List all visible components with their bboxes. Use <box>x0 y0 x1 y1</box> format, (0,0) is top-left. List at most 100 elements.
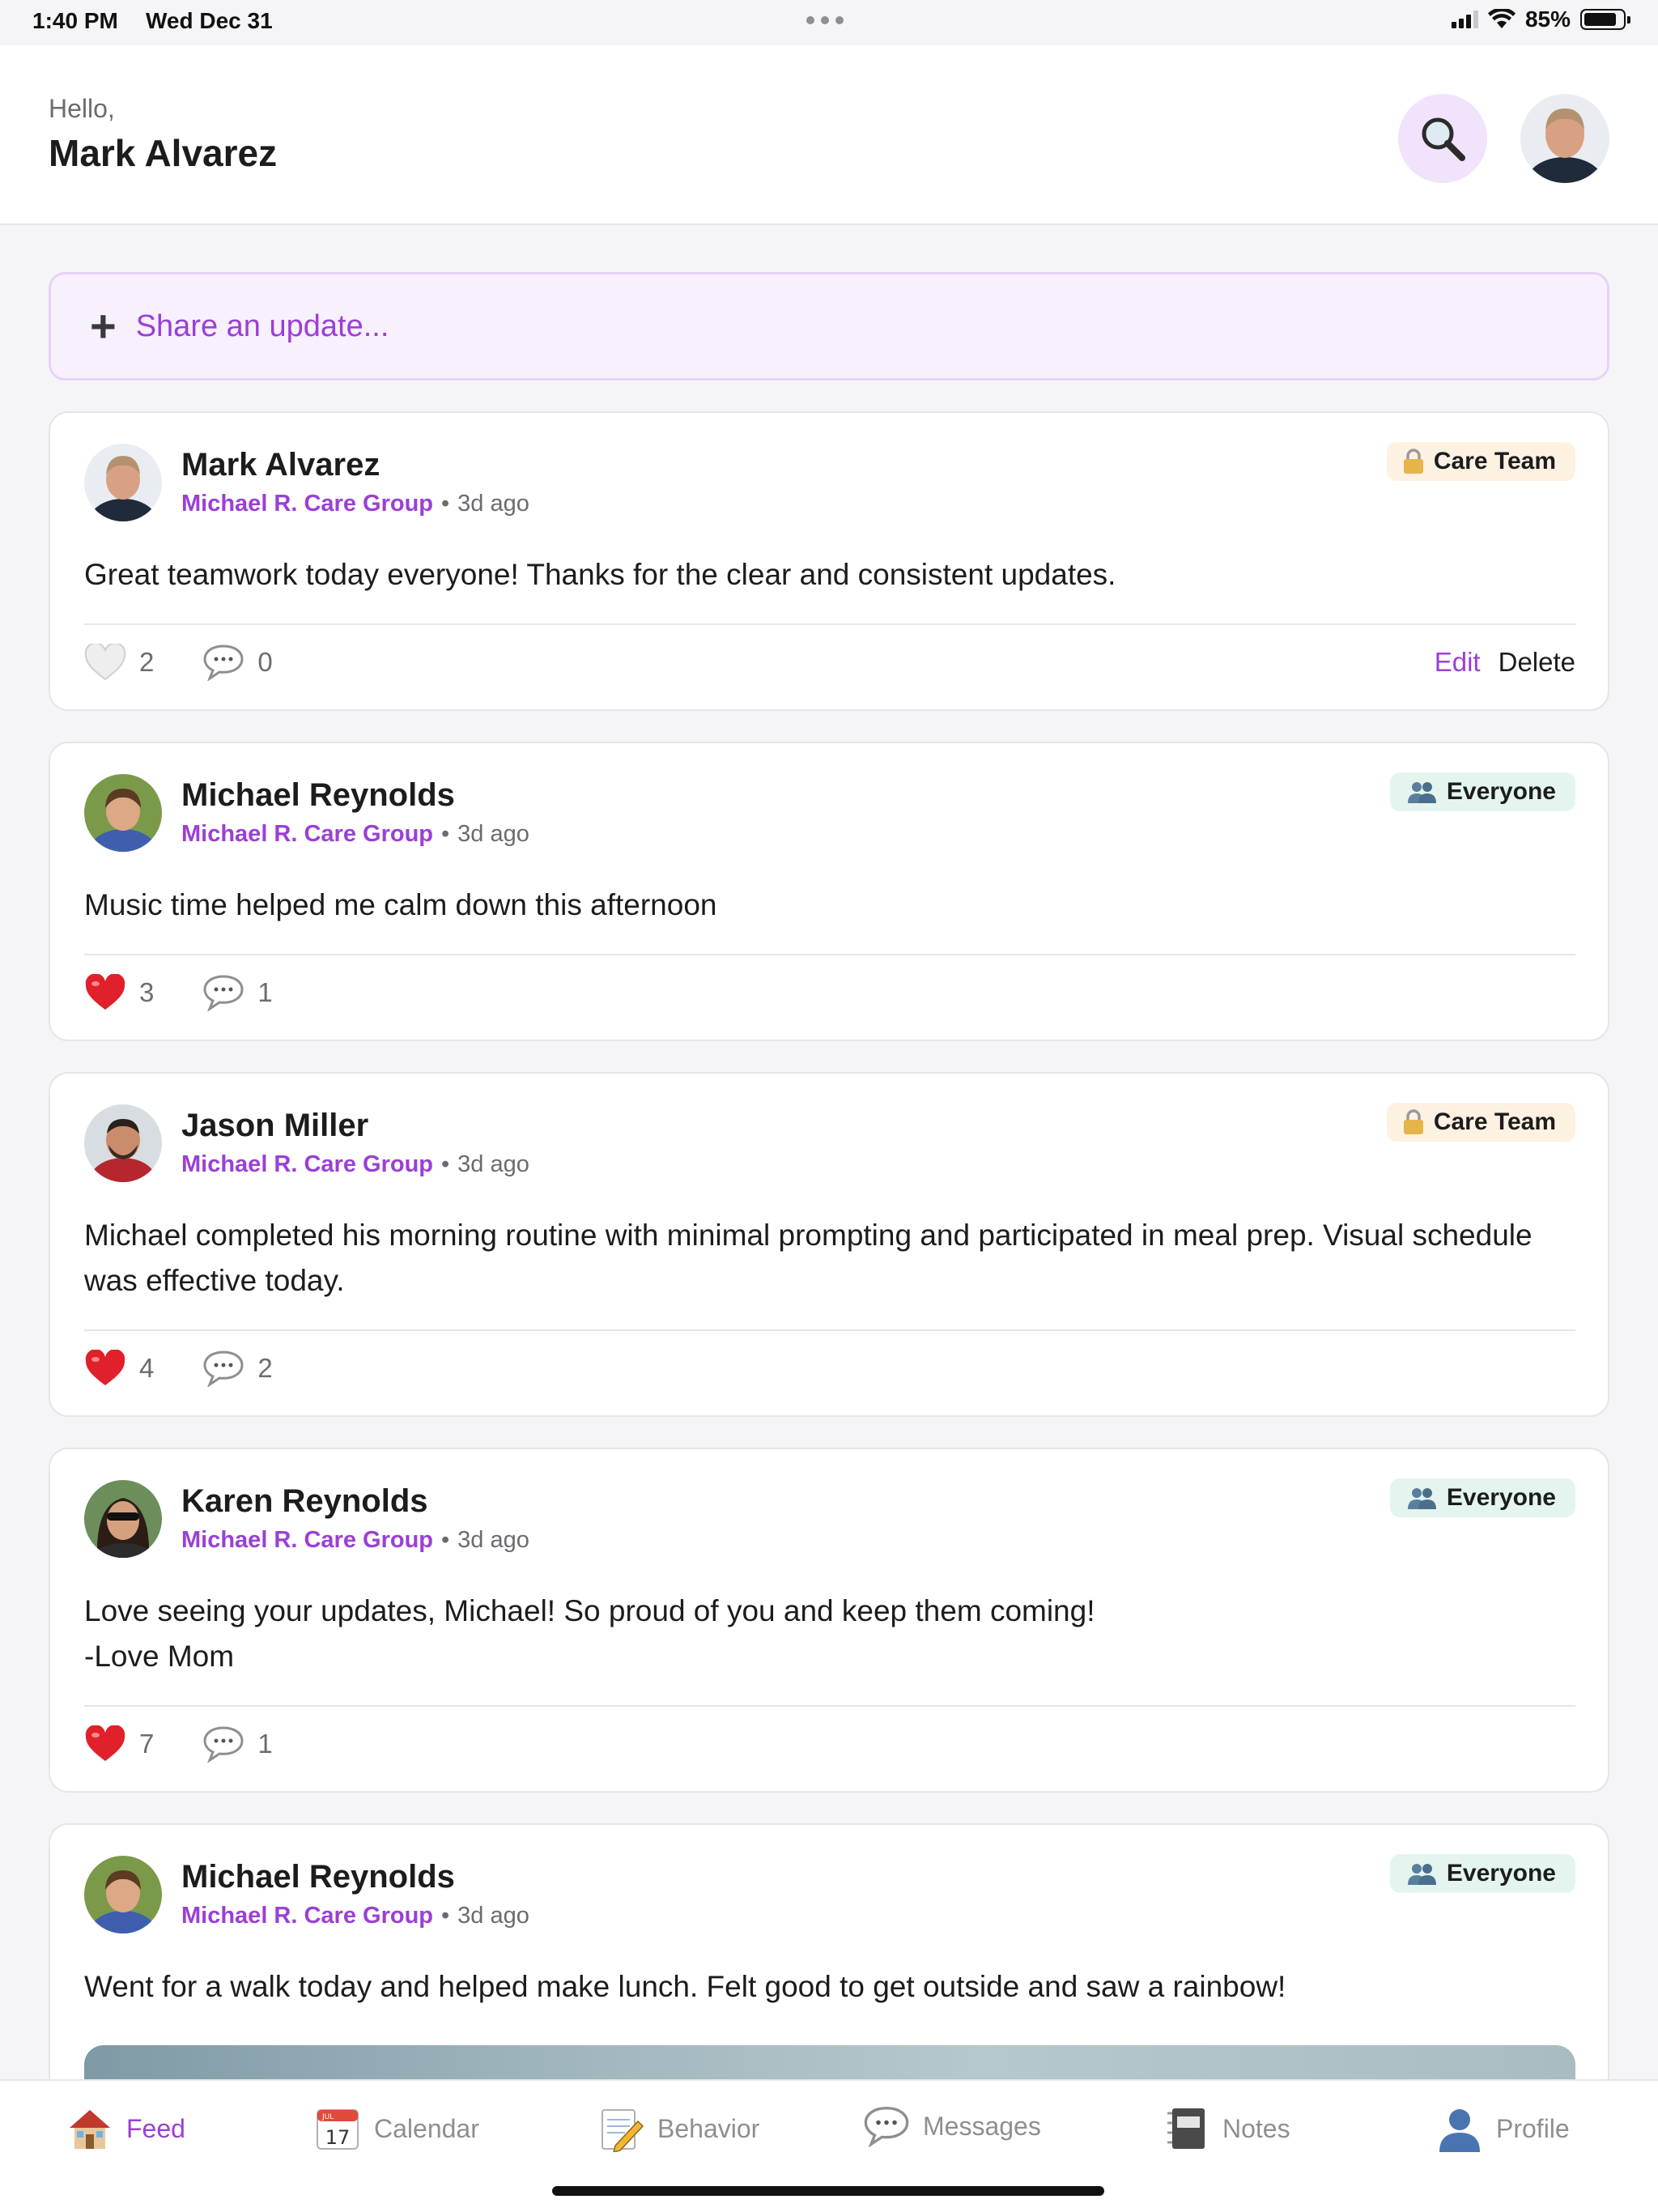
tab-calendar[interactable]: JUL 17 Calendar <box>314 2105 479 2152</box>
post-time: 3d ago <box>457 1151 529 1177</box>
calendar-icon: JUL 17 <box>317 2109 359 2150</box>
post-text: Love seeing your updates, Michael! So pr… <box>84 1594 1095 1673</box>
author-name[interactable]: Karen Reynolds <box>181 1483 428 1520</box>
battery-percent: 85% <box>1524 6 1571 32</box>
tab-behavior[interactable]: Behavior <box>597 2105 759 2152</box>
audience-badge: Everyone <box>1389 1854 1575 1893</box>
search-button[interactable] <box>1398 94 1487 183</box>
speech-bubble-icon <box>203 644 244 681</box>
author-avatar[interactable] <box>84 444 162 521</box>
profile-avatar-button[interactable] <box>1520 94 1609 183</box>
group-link[interactable]: Michael R. Care Group <box>181 491 433 517</box>
comment-button[interactable]: 1 <box>202 1725 273 1763</box>
post-text: Michael completed his morning routine wi… <box>84 1219 1533 1297</box>
plus-icon: + <box>90 300 117 351</box>
share-update-placeholder: Share an update... <box>135 308 389 343</box>
multitasking-dots-icon[interactable] <box>806 16 844 24</box>
status-bar: 1:40 PM Wed Dec 31 85% <box>0 0 1658 45</box>
post-card: Michael Reynolds Michael R. Care Group • 3… <box>49 742 1609 1041</box>
like-count: 7 <box>139 1729 155 1759</box>
like-button[interactable]: 4 <box>84 1350 154 1387</box>
comment-count: 1 <box>257 977 273 1007</box>
comment-button[interactable]: 0 <box>202 644 273 681</box>
group-link[interactable]: Michael R. Care Group <box>181 1527 433 1553</box>
audience-badge: Everyone <box>1389 772 1575 811</box>
speech-bubble-icon <box>203 975 244 1011</box>
avatar <box>1520 94 1609 183</box>
person-icon <box>1439 2109 1480 2152</box>
search-icon <box>1422 117 1465 161</box>
people-icon <box>1407 1488 1436 1509</box>
post-time: 3d ago <box>457 491 529 517</box>
comment-count: 0 <box>257 647 273 677</box>
author-name[interactable]: Michael Reynolds <box>181 1859 455 1895</box>
post-time: 3d ago <box>457 821 529 847</box>
edit-button[interactable]: Edit <box>1435 647 1481 678</box>
comment-button[interactable]: 2 <box>202 1350 273 1387</box>
comment-count: 1 <box>257 1729 273 1759</box>
home-indicator[interactable] <box>552 2186 1104 2196</box>
group-link[interactable]: Michael R. Care Group <box>181 1151 433 1177</box>
share-update-button[interactable]: + Share an update... <box>49 272 1609 381</box>
like-count: 3 <box>139 977 155 1007</box>
heart-icon <box>85 1725 125 1761</box>
speech-bubble-icon <box>203 1726 244 1763</box>
speech-bubble-icon <box>203 1351 244 1387</box>
like-button[interactable]: 3 <box>84 974 154 1011</box>
lock-icon <box>1403 1109 1423 1134</box>
delete-button[interactable]: Delete <box>1499 647 1575 678</box>
author-name[interactable]: Mark Alvarez <box>181 447 380 483</box>
post-meta: Michael R. Care Group • 3d ago <box>181 1527 529 1553</box>
author-avatar[interactable] <box>84 774 162 852</box>
like-button[interactable]: 2 <box>84 644 154 681</box>
app-header: Hello, Mark Alvarez <box>0 45 1658 225</box>
divider <box>84 1705 1575 1707</box>
lock-icon <box>1403 449 1423 474</box>
wifi-icon <box>1487 9 1516 28</box>
like-count: 4 <box>139 1353 155 1383</box>
post-meta: Michael R. Care Group • 3d ago <box>181 821 529 847</box>
tab-notes[interactable]: Notes <box>1167 2105 1290 2152</box>
post-time: 3d ago <box>457 1903 529 1929</box>
heart-icon <box>85 974 125 1010</box>
house-icon <box>70 2110 110 2149</box>
tab-feed[interactable]: Feed <box>66 2105 185 2152</box>
author-name[interactable]: Jason Miller <box>181 1108 368 1144</box>
post-text: Went for a walk today and helped make lu… <box>84 1970 1286 2003</box>
group-link[interactable]: Michael R. Care Group <box>181 821 433 847</box>
post-text: Music time helped me calm down this afte… <box>84 888 717 921</box>
author-name[interactable]: Michael Reynolds <box>181 777 455 814</box>
post-time: 3d ago <box>457 1527 529 1553</box>
audience-badge: Care Team <box>1386 442 1575 481</box>
notebook-icon <box>1167 2108 1205 2149</box>
post-meta: Michael R. Care Group • 3d ago <box>181 1903 529 1929</box>
memo-icon <box>602 2109 644 2152</box>
audience-badge: Care Team <box>1386 1103 1575 1142</box>
post-card: Jason Miller Michael R. Care Group • 3d ag… <box>49 1072 1609 1417</box>
post-text: Great teamwork today everyone! Thanks fo… <box>84 558 1116 591</box>
post-meta: Michael R. Care Group • 3d ago <box>181 491 529 517</box>
greeting-text: Hello, <box>49 94 115 123</box>
people-icon <box>1407 782 1436 803</box>
heart-outline-icon <box>84 644 126 681</box>
tab-messages[interactable]: Messages <box>863 2105 1041 2147</box>
author-avatar[interactable] <box>84 1104 162 1182</box>
svg-text:JUL: JUL <box>321 2113 334 2121</box>
audience-badge: Everyone <box>1389 1478 1575 1517</box>
speech-bubble-icon <box>864 2107 909 2147</box>
like-count: 2 <box>139 647 155 677</box>
author-avatar[interactable] <box>84 1856 162 1933</box>
divider <box>84 954 1575 955</box>
heart-icon <box>85 1350 125 1385</box>
post-card: Karen Reynolds Michael R. Care Group • 3d … <box>49 1448 1609 1793</box>
user-name: Mark Alvarez <box>49 132 278 174</box>
tab-profile[interactable]: Profile <box>1436 2105 1570 2152</box>
status-date: Wed Dec 31 <box>146 8 273 33</box>
divider <box>84 1329 1575 1331</box>
comment-count: 2 <box>257 1353 273 1383</box>
like-button[interactable]: 7 <box>84 1725 154 1763</box>
comment-button[interactable]: 1 <box>202 974 273 1011</box>
author-avatar[interactable] <box>84 1480 162 1558</box>
cellular-signal-icon <box>1451 11 1478 28</box>
group-link[interactable]: Michael R. Care Group <box>181 1903 433 1929</box>
